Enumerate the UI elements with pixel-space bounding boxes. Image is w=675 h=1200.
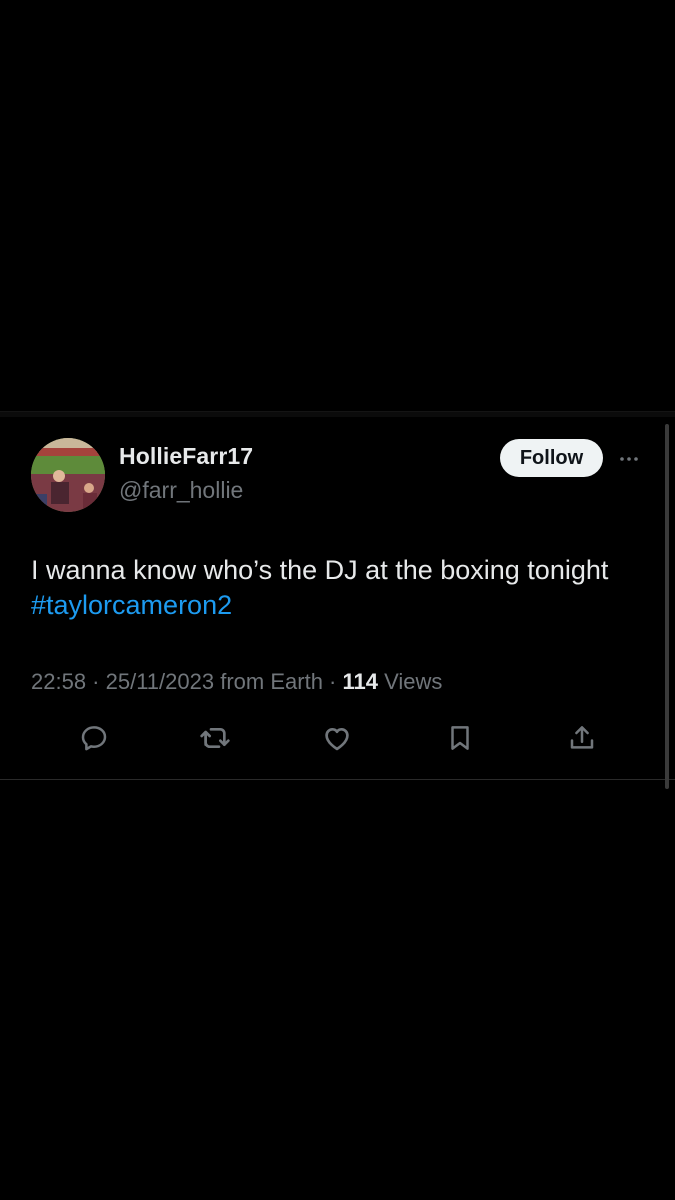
display-name[interactable]: HollieFarr17 xyxy=(119,443,253,470)
screen: HollieFarr17 @farr_hollie Follow I wanna… xyxy=(0,0,675,1200)
views-count: 114 xyxy=(342,669,379,694)
bookmark-icon xyxy=(451,726,469,750)
share-icon xyxy=(570,726,594,749)
tweet-time[interactable]: 22:58 xyxy=(31,669,86,694)
tweet-body: I wanna know who’s the DJ at the boxing … xyxy=(31,555,609,585)
avatar-image xyxy=(31,438,105,512)
hashtag-link[interactable]: #taylorcameron2 xyxy=(31,590,232,620)
tweet-meta: 22:58 · 25/11/2023 from Earth · 114 View… xyxy=(31,669,442,695)
retweet-icon xyxy=(200,728,230,748)
tweet-date[interactable]: 25/11/2023 xyxy=(106,669,214,694)
share-button[interactable] xyxy=(566,722,598,754)
scrollbar[interactable] xyxy=(665,424,669,789)
more-icon[interactable] xyxy=(617,447,641,471)
avatar[interactable] xyxy=(31,438,105,512)
retweet-button[interactable] xyxy=(199,722,231,754)
action-bar xyxy=(0,722,675,758)
tweet[interactable]: HollieFarr17 @farr_hollie Follow I wanna… xyxy=(0,417,675,780)
reply-icon xyxy=(81,726,107,751)
meta-separator: · xyxy=(86,669,106,694)
tweet-source: from Earth xyxy=(220,669,323,694)
like-button[interactable] xyxy=(321,722,353,754)
heart-icon xyxy=(325,728,349,751)
tweet-text: I wanna know who’s the DJ at the boxing … xyxy=(31,553,651,623)
user-handle[interactable]: @farr_hollie xyxy=(119,477,243,504)
bookmark-button[interactable] xyxy=(444,722,476,754)
views-label: Views xyxy=(384,669,443,694)
meta-separator: · xyxy=(322,669,343,694)
follow-button[interactable]: Follow xyxy=(500,439,603,477)
reply-button[interactable] xyxy=(78,722,110,754)
